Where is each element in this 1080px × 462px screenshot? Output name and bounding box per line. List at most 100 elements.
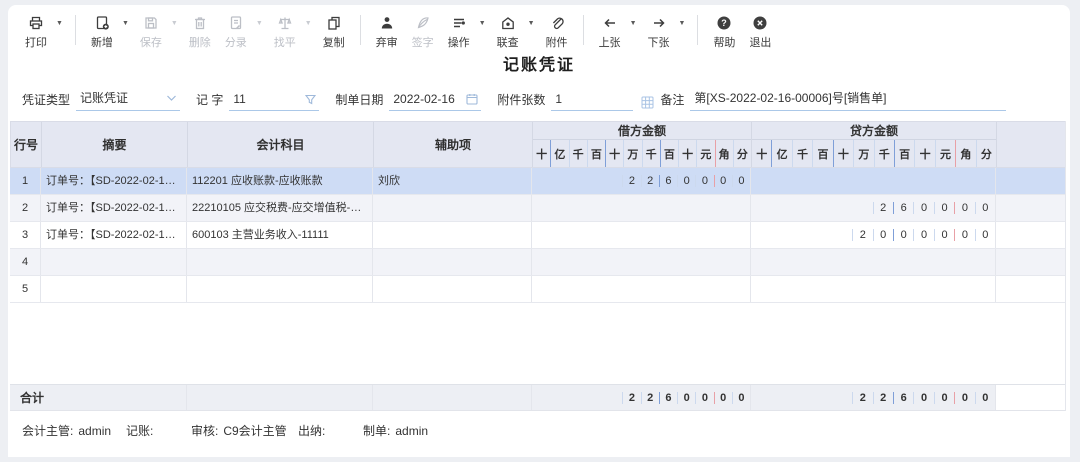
credit-amount-cell[interactable] [750, 276, 995, 302]
debit-amount-cell[interactable]: 2260000 [531, 168, 750, 194]
auxiliary-cell[interactable]: 刘欣 [372, 168, 531, 194]
summary-cell[interactable] [40, 276, 186, 302]
header-credit-group: 贷方金额 十亿千百十万千百十元角分 [751, 122, 996, 167]
entry-dropdown-caret[interactable]: ▼ [256, 20, 263, 27]
signature-footer: 会计主管:admin 记账: 审核:C9会计主管 出纳: 制单:admin [8, 411, 1070, 439]
summary-cell[interactable]: 订单号：【SD-2022-02-16-00003... [40, 168, 186, 194]
total-auxiliary-cell [372, 385, 531, 410]
help-icon: ? [716, 14, 732, 31]
prev-dropdown-caret[interactable]: ▼ [630, 20, 637, 27]
prev-voucher-button[interactable]: 上张 [594, 14, 626, 50]
voucher-row-3: 3 订单号：【SD-2022-02-16-00003... 600103 主营业… [10, 222, 1065, 249]
voucher-window: 打印 ▼ 新增 ▼ 保存 ▼ 删除 分录 [8, 5, 1070, 457]
copy-button[interactable]: 复制 [318, 14, 350, 50]
voucher-row-2: 2 订单号：【SD-2022-02-16-00003... 22210105 应… [10, 195, 1065, 222]
link-query-icon [500, 14, 516, 31]
new-button[interactable]: 新增 [86, 14, 118, 50]
page-title: 记账凭证 [503, 57, 575, 74]
voucher-type-label: 凭证类型 [22, 91, 70, 108]
account-cell[interactable]: 22210105 应交税费-应交增值税-销项税款 [186, 195, 372, 221]
row-no-cell[interactable]: 5 [10, 276, 40, 302]
new-dropdown-caret[interactable]: ▼ [122, 20, 129, 27]
accounting-supervisor: 会计主管:admin [22, 422, 126, 439]
debit-digit-columns: 十亿千百十万千百十元角分 [533, 140, 751, 167]
voucher-grid: 行号 摘要 会计科目 辅助项 借方金额 十亿千百十万千百十元角分 贷方金额 十亿… [10, 121, 1066, 411]
header-debit-group: 借方金额 十亿千百十万千百十元角分 [532, 122, 751, 167]
auxiliary-cell[interactable] [372, 249, 531, 275]
summary-cell[interactable] [40, 249, 186, 275]
account-cell[interactable] [186, 249, 372, 275]
grid-empty-area [10, 303, 1065, 384]
credit-amount-cell[interactable] [750, 249, 995, 275]
arrow-left-icon [602, 14, 618, 31]
voucher-row-4: 4 [10, 249, 1065, 276]
filter-funnel-icon[interactable] [305, 94, 316, 105]
print-dropdown-caret[interactable]: ▼ [56, 20, 63, 27]
next-voucher-button[interactable]: 下张 [643, 14, 675, 50]
account-cell[interactable]: 600103 主营业务收入-11111 [186, 222, 372, 248]
credit-amount-cell[interactable] [750, 168, 995, 194]
row-no-cell[interactable]: 4 [10, 249, 40, 275]
link-query-button[interactable]: 联查 [492, 14, 524, 50]
summary-cell[interactable]: 订单号：【SD-2022-02-16-00003... [40, 222, 186, 248]
remark-label: 备注 [660, 91, 684, 108]
entry-doc-icon [228, 14, 244, 31]
print-button[interactable]: 打印 [20, 14, 52, 50]
credit-amount-cell[interactable]: 260000 [750, 195, 995, 221]
printer-icon [28, 14, 44, 31]
row-no-cell[interactable]: 2 [10, 195, 40, 221]
operate-dropdown-caret[interactable]: ▼ [479, 20, 486, 27]
exit-button[interactable]: 退出 [744, 14, 776, 50]
bookkeeping: 记账: [126, 422, 191, 439]
summary-cell[interactable]: 订单号：【SD-2022-02-16-00003... [40, 195, 186, 221]
date-label: 制单日期 [335, 91, 383, 108]
filler-cell [995, 249, 1065, 275]
credit-amount-cell[interactable]: 2000000 [750, 222, 995, 248]
row-no-cell[interactable]: 1 [10, 168, 40, 194]
voucher-header-form: 凭证类型 记账凭证 记 字 11 制单日期 2022-02-16 附件张数 1 [8, 83, 1070, 119]
account-cell[interactable] [186, 276, 372, 302]
operate-button[interactable]: 操作 [443, 14, 475, 50]
chevron-down-icon [166, 94, 177, 102]
voucher-type-select[interactable]: 记账凭证 [76, 87, 180, 111]
attachment-count-input[interactable]: 1 [551, 90, 633, 111]
attachment-count-label: 附件张数 [497, 91, 545, 108]
total-account-cell [186, 385, 372, 410]
unapprove-button[interactable]: 弃审 [371, 14, 403, 50]
link-query-dropdown-caret[interactable]: ▼ [528, 20, 535, 27]
print-label: 打印 [25, 34, 47, 50]
total-credit-amount: 2260000 [750, 385, 995, 410]
debit-amount-cell[interactable] [531, 276, 750, 302]
calendar-icon[interactable] [466, 93, 478, 105]
reviewer: 审核:C9会计主管 [191, 422, 298, 439]
paperclip-icon [549, 14, 565, 31]
filler-cell [995, 385, 1065, 410]
auxiliary-cell[interactable] [372, 222, 531, 248]
save-dropdown-caret[interactable]: ▼ [171, 20, 178, 27]
debit-amount-cell[interactable] [531, 195, 750, 221]
voucher-word-input[interactable]: 11 [229, 90, 319, 111]
toolbar-separator [697, 15, 698, 45]
header-auxiliary: 辅助项 [373, 122, 532, 167]
debit-amount-cell[interactable] [531, 222, 750, 248]
attachment-button[interactable]: 附件 [541, 14, 573, 50]
save-button[interactable]: 保存 [135, 14, 167, 50]
help-button[interactable]: ? 帮助 [708, 14, 740, 50]
balance-dropdown-caret[interactable]: ▼ [305, 20, 312, 27]
remark-input[interactable]: 第[XS-2022-02-16-00006]号[销售单] [690, 87, 1006, 111]
balance-button[interactable]: 找平 [269, 14, 301, 50]
auxiliary-cell[interactable] [372, 276, 531, 302]
entry-button[interactable]: 分录 [220, 14, 252, 50]
delete-button[interactable]: 删除 [184, 14, 216, 50]
preparer: 制单:admin [363, 422, 428, 439]
date-input[interactable]: 2022-02-16 [389, 90, 481, 111]
total-row: 合计 2260000 2260000 [10, 384, 1065, 411]
sign-button[interactable]: 签字 [407, 14, 439, 50]
debit-amount-cell[interactable] [531, 249, 750, 275]
row-no-cell[interactable]: 3 [10, 222, 40, 248]
auxiliary-cell[interactable] [372, 195, 531, 221]
exit-icon [752, 14, 768, 31]
account-cell[interactable]: 112201 应收账款-应收账款 [186, 168, 372, 194]
next-dropdown-caret[interactable]: ▼ [679, 20, 686, 27]
abacus-grid-icon[interactable] [641, 96, 654, 109]
